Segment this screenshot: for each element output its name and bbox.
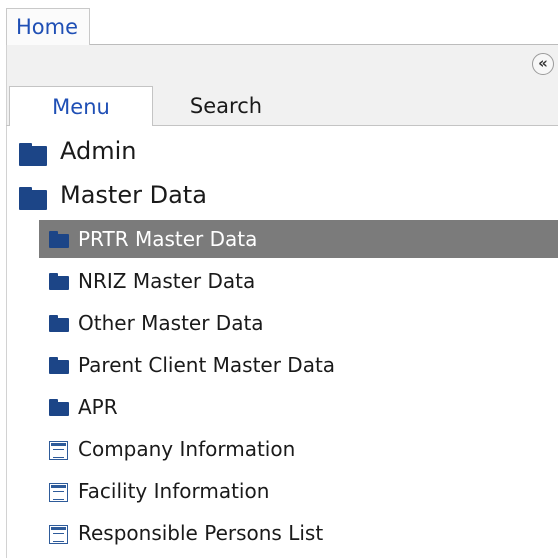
tree-item-parent-client-master-data[interactable]: Parent Client Master Data xyxy=(39,346,558,384)
folder-icon xyxy=(19,143,47,166)
tree-item-nriz-master-data[interactable]: NRIZ Master Data xyxy=(39,262,558,300)
collapse-panel-button[interactable]: « xyxy=(532,53,554,75)
tree-item-responsible-persons-list[interactable]: Responsible Persons List xyxy=(39,514,558,552)
tab-search[interactable]: Search xyxy=(156,86,296,126)
tree-item-label: Other Master Data xyxy=(78,311,264,335)
tree-item-label: Responsible Persons List xyxy=(78,521,324,545)
tree-item-master-data[interactable]: Master Data xyxy=(7,176,558,214)
tree-item-apr[interactable]: APR xyxy=(39,388,558,426)
tree-item-label: PRTR Master Data xyxy=(78,227,258,251)
tree-item-label: Admin xyxy=(60,137,137,165)
form-icon xyxy=(49,441,68,460)
form-icon xyxy=(49,483,68,502)
folder-icon xyxy=(49,231,69,248)
tab-home[interactable]: Home xyxy=(6,8,90,45)
folder-icon xyxy=(19,187,47,210)
tree-item-other-master-data[interactable]: Other Master Data xyxy=(39,304,558,342)
folder-icon xyxy=(49,315,69,332)
folder-icon xyxy=(49,273,69,290)
form-icon xyxy=(49,525,68,544)
tree-item-prtr-master-data[interactable]: PRTR Master Data xyxy=(39,220,558,258)
tree-item-label: NRIZ Master Data xyxy=(78,269,256,293)
tab-menu[interactable]: Menu xyxy=(9,86,153,126)
tree-item-facility-information[interactable]: Facility Information xyxy=(39,472,558,510)
tree-item-label: Parent Client Master Data xyxy=(78,353,336,377)
tree-item-label: APR xyxy=(78,395,118,419)
tree-item-label: Facility Information xyxy=(78,479,270,503)
tree-item-label: Master Data xyxy=(60,181,207,209)
folder-icon xyxy=(49,357,69,374)
menu-tree: Admin Master Data PRTR Master Data NRIZ … xyxy=(7,126,558,558)
tree-item-company-information[interactable]: Company Information xyxy=(39,430,558,468)
folder-icon xyxy=(49,399,69,416)
tree-item-admin[interactable]: Admin xyxy=(7,132,558,170)
tree-item-label: Company Information xyxy=(78,437,296,461)
